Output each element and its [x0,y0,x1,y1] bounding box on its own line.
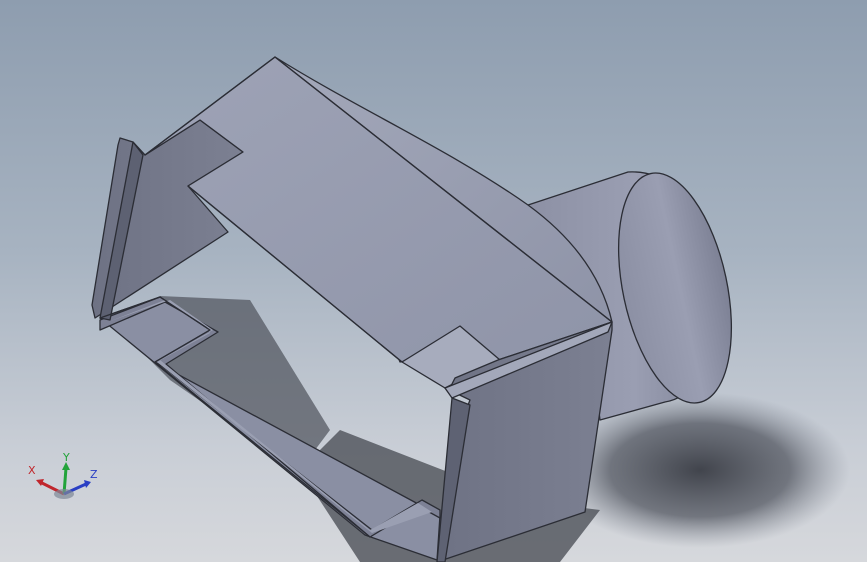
model-view[interactable] [0,0,867,562]
z-axis-label: Z [90,468,98,481]
x-axis-label: X [28,464,36,477]
y-axis-label: Y [62,452,70,464]
graphics-viewport[interactable]: X Y Z [0,0,867,562]
coordinate-triad: X Y Z [28,452,98,499]
